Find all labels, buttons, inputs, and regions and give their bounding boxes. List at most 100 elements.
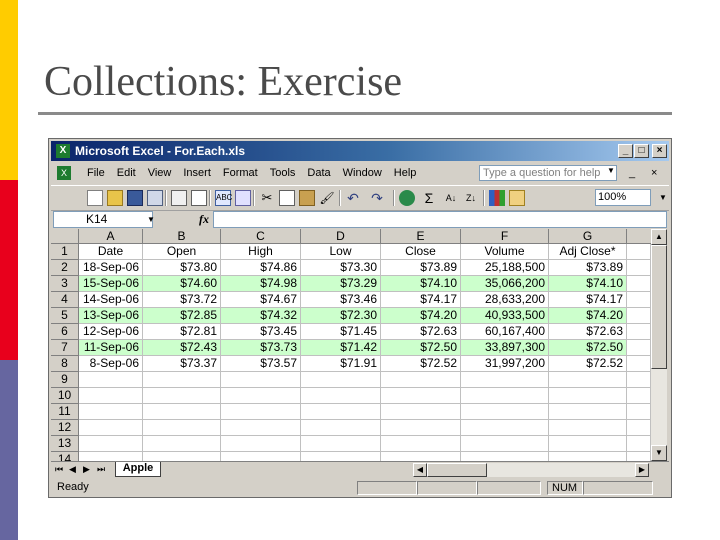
row-header[interactable]: 9 <box>51 372 79 388</box>
column-header-f[interactable]: F <box>461 229 549 244</box>
sort-ascending-icon[interactable]: A↓ <box>443 190 459 206</box>
data-cell[interactable]: $74.20 <box>381 308 461 324</box>
empty-cell[interactable] <box>79 404 143 420</box>
header-cell[interactable]: Low <box>301 244 381 260</box>
menu-data[interactable]: Data <box>301 167 336 179</box>
data-cell[interactable]: $73.46 <box>301 292 381 308</box>
header-cell[interactable]: Close <box>381 244 461 260</box>
empty-cell[interactable] <box>549 372 627 388</box>
data-cell[interactable]: 15-Sep-06 <box>79 276 143 292</box>
data-cell[interactable]: 31,997,200 <box>461 356 549 372</box>
data-cell[interactable]: $72.81 <box>143 324 221 340</box>
empty-cell[interactable] <box>549 404 627 420</box>
empty-cell[interactable] <box>381 452 461 461</box>
empty-cell[interactable] <box>79 372 143 388</box>
menu-file[interactable]: File <box>81 167 111 179</box>
empty-cell[interactable] <box>143 372 221 388</box>
empty-cell[interactable] <box>461 420 549 436</box>
cut-icon[interactable]: ✂ <box>259 190 275 206</box>
excel-icon[interactable]: X <box>56 144 70 158</box>
empty-cell[interactable] <box>221 404 301 420</box>
row-header[interactable]: 6 <box>51 324 79 340</box>
empty-cell[interactable] <box>549 452 627 461</box>
empty-cell[interactable] <box>301 452 381 461</box>
empty-cell[interactable] <box>461 404 549 420</box>
data-cell[interactable]: $71.45 <box>301 324 381 340</box>
header-cell[interactable]: High <box>221 244 301 260</box>
row-header[interactable]: 1 <box>51 244 79 260</box>
chevron-down-icon[interactable]: ▼ <box>147 215 155 224</box>
print-icon[interactable] <box>171 190 187 206</box>
empty-cell[interactable] <box>627 404 651 420</box>
data-cell[interactable]: $72.43 <box>143 340 221 356</box>
empty-cell[interactable] <box>79 420 143 436</box>
empty-cell[interactable] <box>381 420 461 436</box>
data-cell[interactable]: $74.20 <box>549 308 627 324</box>
empty-cell[interactable] <box>221 436 301 452</box>
next-sheet-icon[interactable]: ▶ <box>83 464 90 475</box>
data-cell[interactable]: 35,066,200 <box>461 276 549 292</box>
copy-icon[interactable] <box>279 190 295 206</box>
column-header-h[interactable] <box>627 229 651 244</box>
save-icon[interactable] <box>127 190 143 206</box>
header-cell[interactable]: Date <box>79 244 143 260</box>
doc-minimize-button[interactable]: _ <box>629 167 635 179</box>
new-icon[interactable] <box>87 190 103 206</box>
data-cell[interactable]: $74.32 <box>221 308 301 324</box>
data-cell[interactable]: $72.50 <box>381 340 461 356</box>
empty-cell[interactable] <box>79 436 143 452</box>
empty-cell[interactable] <box>79 452 143 461</box>
empty-cell[interactable] <box>381 436 461 452</box>
empty-cell[interactable] <box>627 324 651 340</box>
data-cell[interactable]: $73.89 <box>381 260 461 276</box>
empty-cell[interactable] <box>301 420 381 436</box>
data-cell[interactable]: 60,167,400 <box>461 324 549 340</box>
data-cell[interactable]: $74.60 <box>143 276 221 292</box>
data-cell[interactable]: $73.30 <box>301 260 381 276</box>
empty-cell[interactable] <box>461 436 549 452</box>
scroll-thumb[interactable] <box>427 463 487 477</box>
menu-format[interactable]: Format <box>217 167 264 179</box>
row-header[interactable]: 13 <box>51 436 79 452</box>
row-header[interactable]: 5 <box>51 308 79 324</box>
menu-tools[interactable]: Tools <box>264 167 302 179</box>
data-cell[interactable]: $72.30 <box>301 308 381 324</box>
column-header-g[interactable]: G <box>549 229 627 244</box>
data-cell[interactable]: $73.73 <box>221 340 301 356</box>
empty-cell[interactable] <box>221 452 301 461</box>
print-preview-icon[interactable] <box>191 190 207 206</box>
data-cell[interactable]: $74.67 <box>221 292 301 308</box>
menu-window[interactable]: Window <box>337 167 388 179</box>
data-cell[interactable]: $73.37 <box>143 356 221 372</box>
data-cell[interactable]: $72.52 <box>549 356 627 372</box>
row-header[interactable]: 8 <box>51 356 79 372</box>
empty-cell[interactable] <box>221 372 301 388</box>
empty-cell[interactable] <box>381 404 461 420</box>
empty-cell[interactable] <box>143 452 221 461</box>
empty-cell[interactable] <box>301 436 381 452</box>
document-icon[interactable]: X <box>57 166 71 180</box>
empty-cell[interactable] <box>79 388 143 404</box>
data-cell[interactable]: $74.10 <box>549 276 627 292</box>
empty-cell[interactable] <box>143 388 221 404</box>
data-cell[interactable]: $74.17 <box>549 292 627 308</box>
empty-cell[interactable] <box>627 388 651 404</box>
sheet-tab-apple[interactable]: Apple <box>115 462 161 477</box>
empty-cell[interactable] <box>627 244 651 260</box>
empty-cell[interactable] <box>627 420 651 436</box>
data-cell[interactable]: $74.98 <box>221 276 301 292</box>
toolbar-options-icon[interactable]: ▼ <box>655 190 671 206</box>
empty-cell[interactable] <box>301 404 381 420</box>
menu-insert[interactable]: Insert <box>177 167 217 179</box>
scroll-thumb[interactable] <box>651 245 667 369</box>
header-cell[interactable]: Open <box>143 244 221 260</box>
data-cell[interactable]: 18-Sep-06 <box>79 260 143 276</box>
autosum-icon[interactable]: Σ <box>421 190 437 206</box>
chart-wizard-icon[interactable] <box>489 190 505 206</box>
last-sheet-icon[interactable]: ⏭ <box>97 464 105 475</box>
data-cell[interactable]: 13-Sep-06 <box>79 308 143 324</box>
scroll-right-icon[interactable]: ▶ <box>635 463 649 477</box>
maximize-button[interactable]: □ <box>634 144 649 158</box>
permission-icon[interactable] <box>147 190 163 206</box>
spelling-icon[interactable]: ABC <box>215 190 232 206</box>
